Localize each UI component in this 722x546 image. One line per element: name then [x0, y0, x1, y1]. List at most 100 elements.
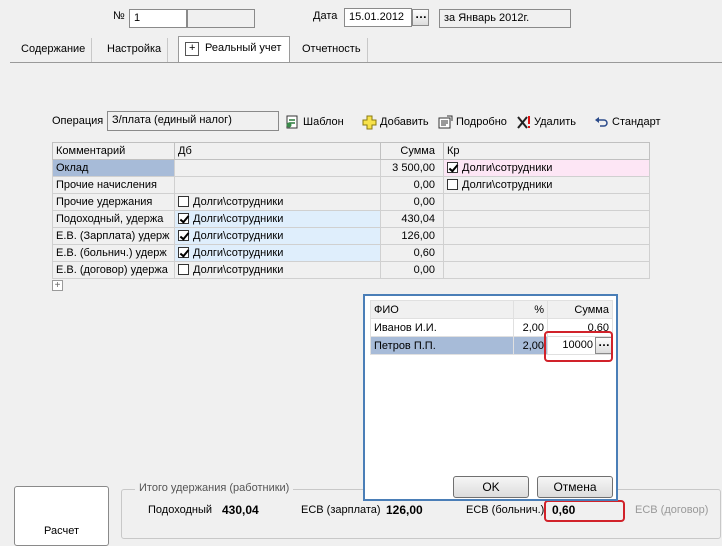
tab-settings[interactable]: Настройка [101, 38, 169, 62]
row-db[interactable]: Долги\сотрудники [174, 193, 381, 211]
row-kr[interactable] [443, 244, 650, 262]
income-tax-label: Подоходный [148, 504, 212, 516]
db-account: Долги\сотрудники [193, 264, 284, 276]
popup-col-pct[interactable]: % [513, 300, 548, 319]
employee-split-popup: ФИО % Сумма Иванов И.И. 2,00 0,60 Петров… [363, 294, 618, 501]
grid-header-row: Комментарий Дб Сумма Кр [52, 142, 650, 160]
calculate-button[interactable]: Расчет [14, 486, 109, 546]
kr-checkbox[interactable] [447, 162, 458, 173]
tab-content[interactable]: Содержание [15, 38, 93, 62]
col-db[interactable]: Дб [174, 142, 381, 160]
operations-grid: Комментарий Дб Сумма Кр Оклад 3 500,00 Д… [52, 142, 650, 279]
template-button[interactable]: Шаблон [285, 113, 344, 131]
col-kr[interactable]: Кр [443, 142, 650, 160]
esv-sick-label: ЕСВ (больнич.) [466, 504, 545, 516]
popup-row-pct[interactable]: 2,00 [513, 336, 548, 355]
popup-col-sum[interactable]: Сумма [547, 300, 613, 319]
highlight-esv-sick [544, 500, 625, 522]
table-row[interactable]: Подоходный, удержа Долги\сотрудники 430,… [52, 210, 650, 228]
totals-group-title: Итого удержания (работники) [135, 482, 294, 494]
db-checkbox[interactable] [178, 213, 189, 224]
row-comment[interactable]: Прочие начисления [52, 176, 175, 194]
row-sum[interactable]: 0,00 [380, 261, 444, 279]
ok-button[interactable]: OK [453, 476, 529, 498]
row-db[interactable]: Долги\сотрудники [174, 210, 381, 228]
date-picker-button[interactable]: … [412, 8, 429, 26]
row-sum[interactable]: 3 500,00 [380, 159, 444, 177]
db-checkbox[interactable] [178, 230, 189, 241]
row-kr[interactable] [443, 261, 650, 279]
popup-row-pct[interactable]: 2,00 [513, 318, 548, 337]
row-sum[interactable]: 126,00 [380, 227, 444, 245]
delete-button[interactable]: Удалить [516, 113, 576, 131]
table-row[interactable]: Е.В. (Зарплата) удерж Долги\сотрудники 1… [52, 227, 650, 245]
row-db[interactable]: Долги\сотрудники [174, 261, 381, 279]
row-comment[interactable]: Оклад [52, 159, 175, 177]
kr-account: Долги\сотрудники [462, 179, 553, 191]
row-comment[interactable]: Подоходный, удержа [52, 210, 175, 228]
standard-button[interactable]: Стандарт [594, 113, 661, 131]
template-icon [285, 115, 300, 130]
row-sum[interactable]: 0,60 [380, 244, 444, 262]
row-db[interactable]: Долги\сотрудники [174, 227, 381, 245]
document-icon: + [185, 42, 199, 56]
details-icon [438, 115, 453, 130]
number-field[interactable]: 1 [129, 9, 187, 28]
popup-row-name[interactable]: Петров П.П. [370, 336, 514, 355]
row-sum[interactable]: 0,00 [380, 193, 444, 211]
col-sum[interactable]: Сумма [380, 142, 444, 160]
table-row[interactable]: Оклад 3 500,00 Долги\сотрудники [52, 159, 650, 177]
operation-field[interactable]: З/плата (единый налог) [107, 111, 279, 131]
date-field[interactable]: 15.01.2012 [344, 8, 412, 27]
tab-real-accounting[interactable]: + Реальный учет [178, 36, 291, 63]
details-label: Подробно [456, 116, 507, 128]
add-label: Добавить [380, 116, 429, 128]
add-button[interactable]: Добавить [362, 113, 429, 131]
plus-icon [362, 115, 377, 130]
col-comment[interactable]: Комментарий [52, 142, 175, 160]
row-sum[interactable]: 430,04 [380, 210, 444, 228]
row-db[interactable] [174, 159, 381, 177]
tab-reports[interactable]: Отчетность [296, 38, 368, 62]
row-comment[interactable]: Е.В. (договор) удержа [52, 261, 175, 279]
table-row[interactable]: Е.В. (больнич.) удерж Долги\сотрудники 0… [52, 244, 650, 262]
number-extra-field [187, 9, 255, 28]
db-account: Долги\сотрудники [193, 230, 284, 242]
income-tax-value: 430,04 [222, 503, 259, 517]
cancel-button[interactable]: Отмена [537, 476, 613, 498]
db-account: Долги\сотрудники [193, 213, 284, 225]
esv-salary-value: 126,00 [386, 503, 423, 517]
row-kr[interactable]: Долги\сотрудники [443, 176, 650, 194]
row-kr[interactable] [443, 210, 650, 228]
operation-label: Операция [52, 115, 104, 127]
kr-account: Долги\сотрудники [462, 162, 553, 174]
esv-contract-label: ЕСВ (договор) [635, 504, 709, 516]
standard-label: Стандарт [612, 116, 661, 128]
popup-col-name[interactable]: ФИО [370, 300, 514, 319]
details-button[interactable]: Подробно [438, 113, 507, 131]
row-kr[interactable] [443, 193, 650, 211]
row-comment[interactable]: Прочие удержания [52, 193, 175, 211]
table-row[interactable]: Прочие удержания Долги\сотрудники 0,00 [52, 193, 650, 211]
delete-label: Удалить [534, 116, 576, 128]
table-row[interactable]: Прочие начисления 0,00 Долги\сотрудники [52, 176, 650, 194]
row-db[interactable]: Долги\сотрудники [174, 244, 381, 262]
db-checkbox[interactable] [178, 196, 189, 207]
row-comment[interactable]: Е.В. (Зарплата) удерж [52, 227, 175, 245]
undo-icon [594, 115, 609, 130]
expand-toggle[interactable]: + [52, 280, 63, 291]
esv-salary-label: ЕСВ (зарплата) [301, 504, 381, 516]
row-db[interactable] [174, 176, 381, 194]
popup-row-name[interactable]: Иванов И.И. [370, 318, 514, 337]
kr-checkbox[interactable] [447, 179, 458, 190]
db-checkbox[interactable] [178, 264, 189, 275]
row-sum[interactable]: 0,00 [380, 176, 444, 194]
row-comment[interactable]: Е.В. (больнич.) удерж [52, 244, 175, 262]
delete-icon [516, 115, 531, 130]
table-row[interactable]: Е.В. (договор) удержа Долги\сотрудники 0… [52, 261, 650, 279]
row-kr[interactable]: Долги\сотрудники [443, 159, 650, 177]
db-checkbox[interactable] [178, 247, 189, 258]
row-kr[interactable] [443, 227, 650, 245]
db-account: Долги\сотрудники [193, 196, 284, 208]
tab-real-accounting-label: Реальный учет [205, 42, 282, 54]
